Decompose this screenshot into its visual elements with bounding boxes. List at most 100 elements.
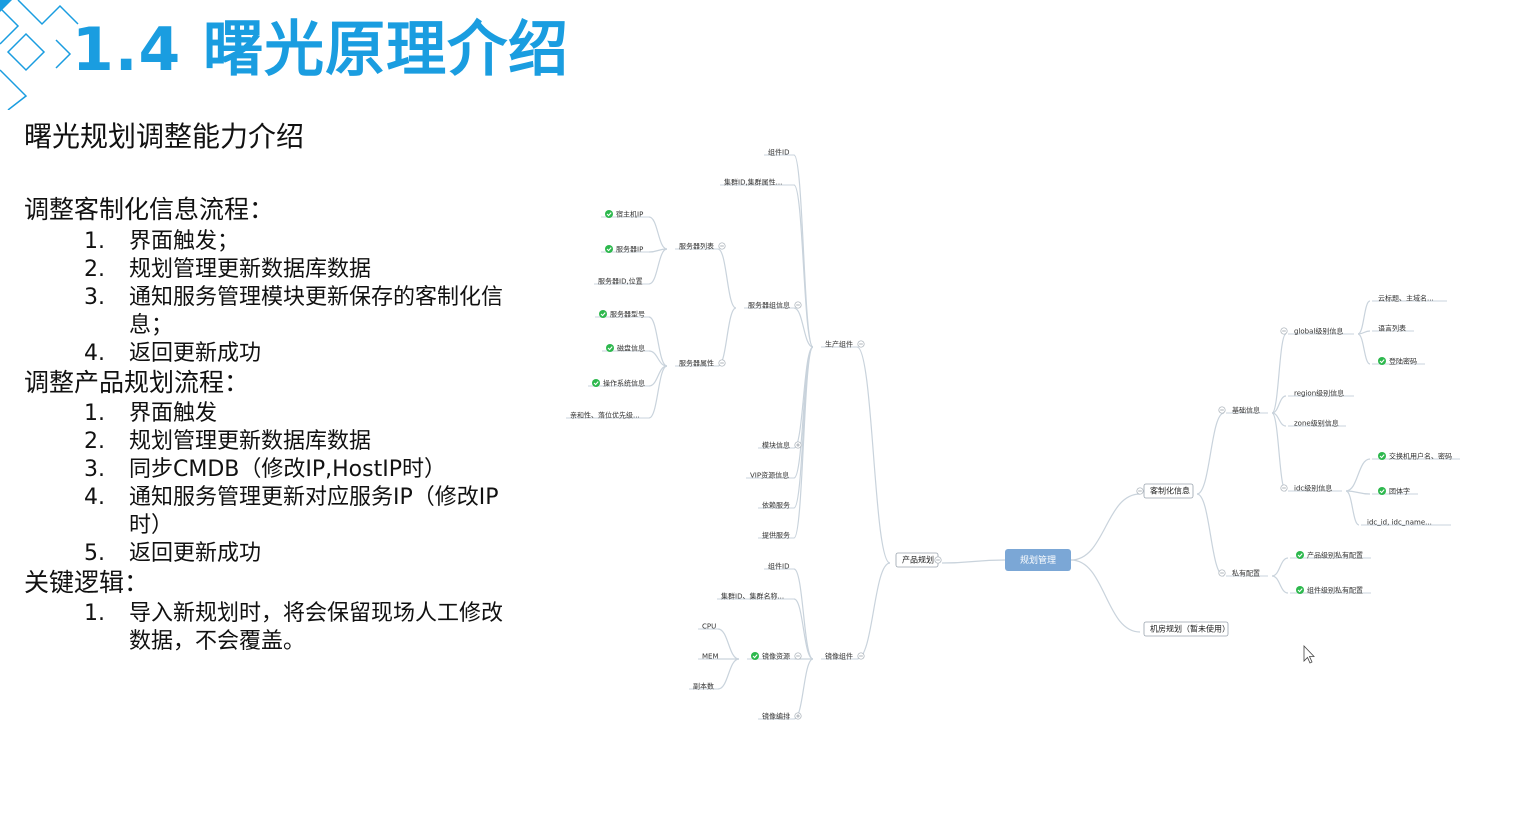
connector-line [1271,575,1289,594]
collapse-icon[interactable] [794,301,802,309]
mindmap-node-label: 私有配置 [1232,569,1260,578]
mindmap-node-label: 磁盘信息 [617,344,645,353]
collapse-icon[interactable] [857,652,865,660]
connector-line [856,562,891,660]
mindmap-node[interactable]: 亲和性、落位优先级... [570,411,640,420]
mindmap-node[interactable]: 交换机用户名、密码 [1378,452,1452,461]
connector-line [1070,559,1141,633]
connector-line [941,559,1006,564]
mindmap-node[interactable]: 模块信息 [762,441,802,450]
mindmap-node[interactable]: VIP资源信息 [750,471,789,480]
collapse-icon[interactable] [718,359,726,367]
collapse-icon[interactable] [857,340,865,348]
mindmap-root[interactable]: 规划管理 [1005,549,1071,571]
check-icon [599,310,607,318]
mindmap-node[interactable]: idc_id, idc_name... [1367,519,1432,527]
mindmap-node-label: idc_id, idc_name... [1367,519,1432,527]
mindmap-node-label: 生产组件 [825,340,853,349]
mindmap-node[interactable]: 组件ID [768,148,789,157]
mindmap-node[interactable]: 产品规划 [895,552,942,568]
mindmap-node-label: 基础信息 [1232,406,1260,415]
mindmap-node-label: 宿主机IP [616,210,643,219]
mindmap-node[interactable]: 服务器IP [605,245,643,254]
connector-line [793,568,814,660]
mindmap-node[interactable]: 私有配置 [1218,569,1260,578]
mindmap-node[interactable]: 磁盘信息 [606,344,645,353]
mindmap-node-label: 产品规划 [902,555,934,565]
mindmap-node-label: 组件ID [768,562,789,571]
mindmap-node[interactable]: 组件ID [768,562,789,571]
mindmap-node[interactable]: 语言列表 [1378,324,1406,333]
connector-line [1357,300,1371,335]
mindmap-node-label: 团体字 [1389,487,1410,496]
collapse-icon[interactable] [1218,569,1226,577]
collapse-icon[interactable] [934,556,942,564]
connector-line [1345,490,1360,526]
collapse-icon[interactable] [718,242,726,250]
mindmap-node[interactable]: 宿主机IP [605,210,643,219]
connector-line [648,216,668,250]
mindmap-node-label: 服务器型号 [610,310,645,319]
mindmap-node-label: 服务器列表 [679,242,714,251]
mindmap-node-label: global级别信息 [1294,327,1343,336]
mindmap-node[interactable]: region级别信息 [1294,389,1344,398]
mindmap-node[interactable]: 集群ID、集群名称... [721,592,784,601]
connector-line [1271,333,1287,414]
collapse-icon[interactable] [1136,487,1144,495]
mindmap-node[interactable]: 集群ID,集群属性... [724,178,782,187]
mindmap-node-label: CPU [702,623,716,631]
mindmap-node[interactable]: 副本数 [693,682,714,691]
mindmap-node-label: 产品级别私有配置 [1307,551,1363,560]
mindmap-node[interactable]: 机房规划（暂未使用） [1143,621,1230,637]
connector-line [793,598,814,660]
mindmap-node[interactable]: MEM [702,653,719,661]
mindmap-node[interactable]: 登陆密码 [1378,357,1417,366]
mindmap-node[interactable]: 团体字 [1378,487,1410,496]
expand-icon[interactable] [794,441,802,449]
mindmap-node-label: MEM [702,653,719,661]
mindmap-node-label: 云标题、主域名... [1378,294,1434,303]
check-icon [606,344,614,352]
mindmap-node-label: 语言列表 [1378,324,1406,333]
connector-line [717,658,740,690]
collapse-icon[interactable] [1218,406,1226,414]
mindmap-node[interactable]: 产品级别私有配置 [1296,551,1363,560]
collapse-icon[interactable] [1280,327,1288,335]
connector-line [717,248,737,309]
mindmap-node[interactable]: 服务器ID,位置 [598,277,643,286]
mindmap-node[interactable]: 组件级别私有配置 [1296,586,1363,595]
collapse-icon[interactable] [1280,484,1288,492]
mindmap-node-label: 交换机用户名、密码 [1389,452,1452,461]
mouse-cursor-icon [1303,645,1315,664]
check-icon [751,652,759,660]
expand-icon[interactable] [794,712,802,720]
check-icon [592,379,600,387]
mindmap-node-label: zone级别信息 [1294,419,1339,428]
connector-line [648,248,668,285]
mindmap-node[interactable]: CPU [702,623,716,631]
collapse-icon[interactable] [794,652,802,660]
connector-line [717,628,740,660]
connector-line [793,658,814,720]
mindmap-node-label: 服务器组信息 [748,301,790,310]
mindmap-node-label: 登陆密码 [1389,357,1417,366]
connector-line [1196,493,1225,577]
check-icon [1296,586,1304,594]
mindmap-node-label: 操作系统信息 [603,379,645,388]
mindmap-node-label: 服务器ID,位置 [598,277,643,286]
mindmap-node[interactable]: zone级别信息 [1294,419,1339,428]
mindmap-node[interactable]: 客制化信息 [1136,483,1194,499]
check-icon [1378,357,1386,365]
mindmap-node[interactable]: 依赖服务 [762,501,790,510]
mindmap-node-label: 镜像资源 [762,652,790,661]
mindmap-node-label: 镜像编排 [762,712,790,721]
mindmap-node[interactable]: 云标题、主域名... [1378,294,1434,303]
mindmap-node-label: VIP资源信息 [750,471,789,480]
mindmap-node-label: 客制化信息 [1150,486,1190,496]
connector-line [1357,333,1371,365]
mindmap-node[interactable]: 提供服务 [762,531,790,540]
mindmap-node[interactable]: 基础信息 [1218,406,1260,415]
connector-line [648,365,668,419]
connector-line [856,346,891,564]
mindmap-node-label: 提供服务 [762,531,790,540]
